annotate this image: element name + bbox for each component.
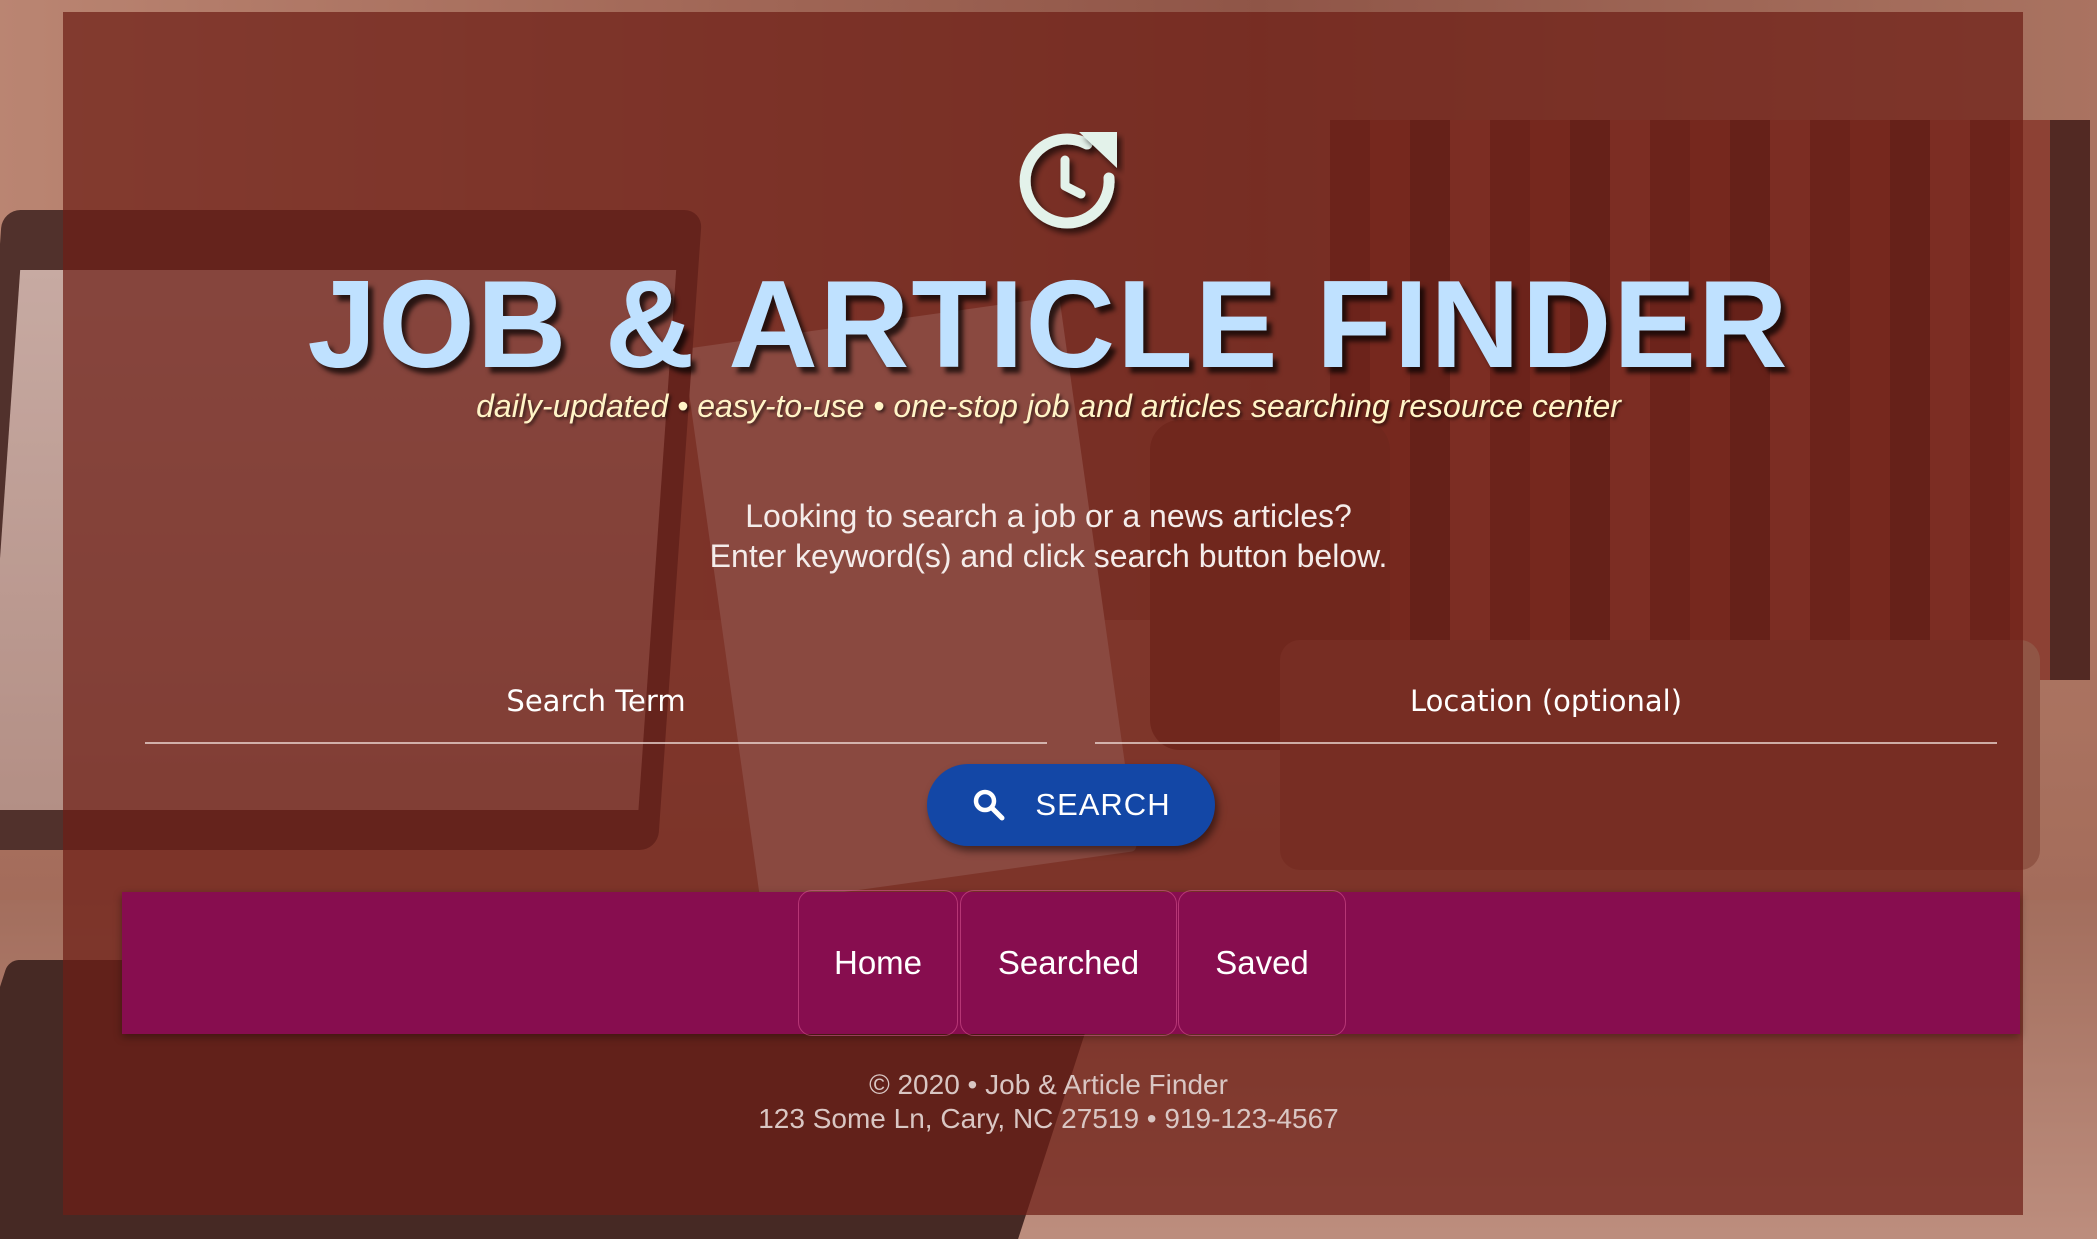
intro-line-1: Looking to search a job or a news articl… — [745, 498, 1352, 534]
footer-address: 123 Some Ln, Cary, NC 27519 • 919-123-45… — [758, 1103, 1339, 1134]
nav-home[interactable]: Home — [798, 890, 958, 1036]
location-field — [1095, 672, 1997, 748]
search-term-field — [145, 672, 1047, 748]
nav-saved[interactable]: Saved — [1178, 890, 1346, 1036]
search-button-label: SEARCH — [1035, 787, 1171, 822]
page-tagline: daily-updated • easy-to-use • one-stop j… — [476, 388, 1621, 424]
search-button[interactable]: SEARCH — [927, 764, 1215, 846]
page-title: JOB & ARTICLE FINDER — [307, 256, 1790, 394]
nav-searched[interactable]: Searched — [960, 890, 1177, 1036]
search-icon — [974, 789, 1005, 821]
intro-text: Looking to search a job or a news articl… — [0, 496, 2097, 576]
search-term-input[interactable] — [145, 672, 1047, 744]
clock-refresh-icon — [1013, 126, 1125, 238]
location-input[interactable] — [1095, 672, 1997, 744]
main-nav: Home Searched Saved — [122, 890, 2020, 1036]
intro-line-2: Enter keyword(s) and click search button… — [709, 538, 1388, 574]
page-footer: © 2020 • Job & Article Finder 123 Some L… — [0, 1068, 2097, 1136]
footer-copyright: © 2020 • Job & Article Finder — [869, 1069, 1228, 1100]
